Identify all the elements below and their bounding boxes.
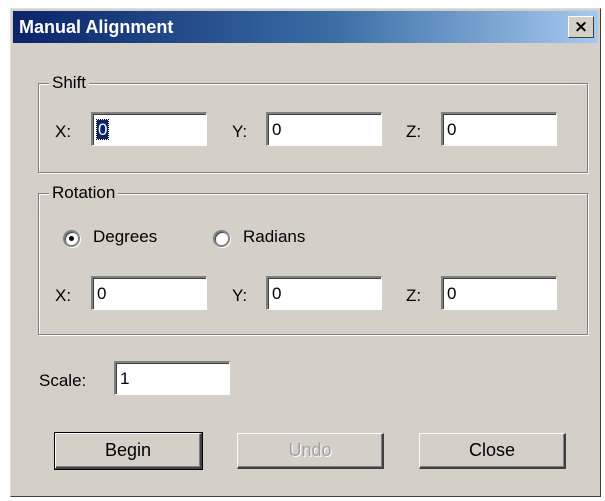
rotation-group: Rotation bbox=[38, 183, 588, 335]
rotation-y-input[interactable]: 0 bbox=[266, 276, 382, 310]
shift-y-input[interactable]: 0 bbox=[266, 112, 382, 146]
radians-label[interactable]: Radians bbox=[243, 227, 305, 247]
rotation-y-label: Y: bbox=[232, 286, 248, 305]
shift-y-label: Y: bbox=[232, 122, 248, 141]
rotation-x-input[interactable]: 0 bbox=[91, 276, 207, 310]
title-bar[interactable]: Manual Alignment × bbox=[13, 11, 598, 43]
shift-x-value: 0 bbox=[95, 119, 110, 140]
shift-group-label: Shift bbox=[49, 73, 90, 93]
dialog-title: Manual Alignment bbox=[19, 17, 174, 37]
degrees-radio[interactable] bbox=[63, 230, 80, 247]
scale-input[interactable]: 1 bbox=[114, 361, 230, 395]
rotation-z-input[interactable]: 0 bbox=[441, 276, 557, 310]
degrees-radio-dot bbox=[69, 236, 74, 241]
radians-radio[interactable] bbox=[213, 230, 230, 247]
shift-x-label: X: bbox=[55, 122, 72, 141]
rotation-z-label: Z: bbox=[406, 286, 422, 305]
manual-alignment-dialog: Manual Alignment × Shift X: 0 Y: 0 Z: 0 … bbox=[10, 8, 601, 497]
shift-z-input[interactable]: 0 bbox=[441, 112, 557, 146]
close-icon[interactable]: × bbox=[568, 16, 594, 38]
begin-button[interactable]: Begin bbox=[54, 432, 203, 470]
rotation-x-label: X: bbox=[55, 286, 72, 305]
undo-button[interactable]: Undo bbox=[237, 433, 384, 469]
scale-label: Scale: bbox=[39, 371, 87, 390]
degrees-label[interactable]: Degrees bbox=[93, 227, 157, 247]
rotation-group-label: Rotation bbox=[49, 183, 119, 203]
close-button[interactable]: Close bbox=[419, 433, 566, 469]
shift-x-input[interactable]: 0 bbox=[91, 112, 207, 146]
shift-z-label: Z: bbox=[406, 122, 422, 141]
